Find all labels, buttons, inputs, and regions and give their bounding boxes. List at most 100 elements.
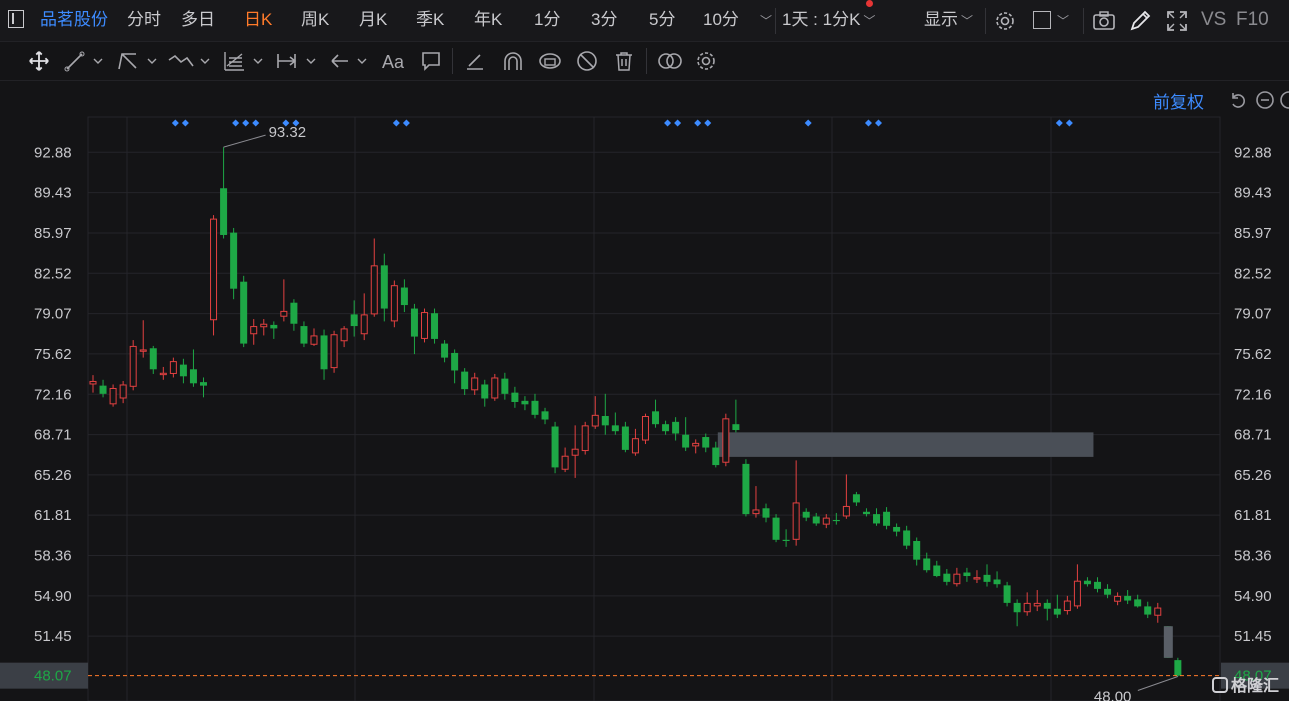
- candlestick-chart[interactable]: 92.88 92.88 89.43 89.43 85.97 85.97 82.52 82.52…: [0, 81, 1289, 701]
- candle-body[interactable]: [641, 416, 649, 441]
- candle-body[interactable]: [953, 573, 961, 585]
- candle-body[interactable]: [501, 378, 509, 394]
- candle-body[interactable]: [461, 371, 469, 390]
- candle-body[interactable]: [400, 287, 408, 306]
- eye-off-icon[interactable]: [575, 50, 599, 72]
- candle-body[interactable]: [561, 455, 569, 470]
- candle-body[interactable]: [621, 426, 629, 450]
- camera-icon[interactable]: [1092, 10, 1116, 32]
- candle-body[interactable]: [993, 579, 1001, 585]
- candle-body[interactable]: [390, 285, 398, 322]
- candle-body[interactable]: [631, 438, 639, 454]
- event-marker-icon[interactable]: [402, 119, 410, 127]
- candle-body[interactable]: [350, 314, 358, 327]
- wave-tool-icon[interactable]: [167, 50, 213, 72]
- period-select[interactable]: 1天 : 1分K ﹀: [782, 8, 875, 33]
- candle-body[interactable]: [692, 442, 700, 447]
- candle-body[interactable]: [511, 392, 519, 402]
- candle-body[interactable]: [812, 516, 820, 524]
- candle-body[interactable]: [230, 232, 238, 289]
- candle-body[interactable]: [189, 369, 197, 384]
- candle-body[interactable]: [742, 463, 750, 515]
- event-marker-icon[interactable]: [171, 119, 179, 127]
- candle-body[interactable]: [662, 424, 670, 432]
- event-marker-icon[interactable]: [875, 119, 883, 127]
- candle-body[interactable]: [752, 509, 760, 515]
- candle-body[interactable]: [1023, 602, 1031, 613]
- candle-body[interactable]: [280, 310, 288, 317]
- candle-body[interactable]: [782, 539, 790, 541]
- event-marker-icon[interactable]: [392, 119, 400, 127]
- candle-body[interactable]: [441, 343, 449, 358]
- text-tool-icon[interactable]: Aa: [382, 52, 404, 74]
- candle-body[interactable]: [652, 411, 660, 425]
- event-marker-icon[interactable]: [252, 119, 260, 127]
- candle-body[interactable]: [169, 361, 177, 374]
- candle-body[interactable]: [541, 411, 549, 420]
- candle-body-selected[interactable]: [1163, 626, 1173, 658]
- candle-body[interactable]: [893, 526, 901, 532]
- candle-body[interactable]: [451, 352, 459, 371]
- candle-body[interactable]: [712, 447, 720, 466]
- candle-body[interactable]: [159, 372, 167, 376]
- candle-body[interactable]: [531, 400, 539, 415]
- candle-body[interactable]: [1094, 581, 1101, 589]
- candle-body[interactable]: [491, 377, 499, 399]
- event-marker-icon[interactable]: [232, 119, 240, 127]
- candle-body[interactable]: [1134, 599, 1142, 607]
- stock-name[interactable]: 品茗股份: [40, 8, 108, 32]
- candle-body[interactable]: [852, 494, 860, 503]
- tab-period-8[interactable]: 3分: [591, 8, 617, 32]
- candle-body[interactable]: [250, 326, 258, 335]
- candle-body[interactable]: [933, 565, 941, 577]
- candle-body[interactable]: [240, 281, 248, 344]
- tab-period-0[interactable]: 分时: [127, 8, 161, 32]
- candle-body[interactable]: [672, 421, 680, 434]
- fullscreen-icon[interactable]: [1165, 9, 1189, 33]
- candle-body[interactable]: [571, 448, 579, 456]
- event-marker-icon[interactable]: [181, 119, 189, 127]
- line-tool-icon[interactable]: [64, 50, 104, 72]
- tab-period-3[interactable]: 周K: [301, 8, 329, 32]
- candle-body[interactable]: [1013, 602, 1021, 613]
- candle-body[interactable]: [862, 511, 870, 515]
- candle-body[interactable]: [1003, 585, 1011, 603]
- candle-body[interactable]: [1043, 602, 1051, 609]
- candle-body[interactable]: [913, 540, 921, 560]
- magnet-icon[interactable]: [501, 50, 525, 72]
- candle-body[interactable]: [360, 314, 368, 335]
- candle-body[interactable]: [431, 313, 439, 339]
- candle-body[interactable]: [149, 348, 157, 370]
- candle-body[interactable]: [119, 384, 127, 399]
- candle-body[interactable]: [260, 323, 268, 328]
- pencil-icon[interactable]: [1128, 9, 1152, 33]
- candle-body[interactable]: [762, 508, 770, 518]
- candle-body[interactable]: [320, 335, 328, 370]
- candle-body[interactable]: [270, 324, 278, 329]
- sidebar-toggle-icon[interactable]: [8, 10, 24, 28]
- candle-body[interactable]: [410, 308, 418, 337]
- event-marker-icon[interactable]: [664, 119, 672, 127]
- tab-period-1[interactable]: 多日: [181, 8, 215, 32]
- candle-body[interactable]: [591, 414, 599, 427]
- candle-body[interactable]: [1083, 580, 1091, 585]
- candle-body[interactable]: [581, 425, 589, 452]
- gear-icon[interactable]: [994, 10, 1016, 32]
- move-icon[interactable]: [26, 50, 52, 72]
- candle-body[interactable]: [682, 434, 690, 448]
- display-menu[interactable]: 显示 ﹀: [924, 8, 973, 33]
- candle-body[interactable]: [1063, 600, 1071, 612]
- event-marker-icon[interactable]: [1055, 119, 1063, 127]
- candle-body[interactable]: [521, 400, 529, 405]
- event-marker-icon[interactable]: [1065, 119, 1073, 127]
- tab-period-2[interactable]: 日K: [244, 8, 272, 32]
- event-marker-icon[interactable]: [864, 119, 872, 127]
- fib-tool-icon[interactable]: [222, 50, 266, 72]
- zoom-out-icon[interactable]: [1255, 90, 1275, 110]
- event-marker-icon[interactable]: [674, 119, 682, 127]
- candle-body[interactable]: [722, 418, 730, 463]
- candle-body[interactable]: [471, 377, 479, 391]
- tab-period-9[interactable]: 5分: [649, 8, 675, 32]
- vs-button[interactable]: VS: [1201, 8, 1226, 32]
- tab-period-5[interactable]: 季K: [416, 8, 444, 32]
